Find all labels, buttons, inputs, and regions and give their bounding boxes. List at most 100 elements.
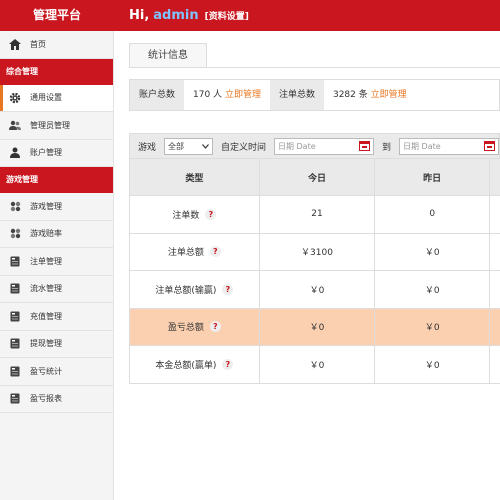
manage-orders-link[interactable]: 立即管理 (371, 90, 407, 100)
row-extra (490, 271, 500, 308)
help-icon[interactable]: ? (209, 246, 221, 258)
sidebar-item-game-4[interactable]: 充值管理 (0, 303, 113, 331)
row-yesterday: ￥0 (375, 271, 491, 308)
accounts-total-label: 账户总数 (139, 90, 176, 100)
help-icon[interactable]: ? (209, 321, 221, 333)
orders-total-label: 注单总数 (278, 90, 315, 100)
home-icon (0, 38, 30, 50)
row-yesterday: ￥0 (375, 233, 491, 270)
table-row: 盈亏总额? ￥0 ￥0 (130, 308, 500, 346)
sidebar-item-game-2[interactable]: 注单管理 (0, 248, 113, 276)
tab-divider (129, 67, 500, 68)
sidebar-item-game-6[interactable]: 盈亏统计 (0, 358, 113, 386)
greeting: Hi, admin [资料设置] (129, 0, 249, 31)
sidebar-item-label: 提现管理 (30, 339, 62, 349)
accounts-total-value-cell: 170 人 立即管理 (184, 80, 270, 110)
profile-settings-link[interactable]: [资料设置] (205, 12, 249, 22)
sidebar-item-game-3[interactable]: 流水管理 (0, 275, 113, 303)
date-range-to-label: 到 (381, 142, 391, 153)
main-content: 统计信息 账户总数 170 人 立即管理 注单总数 3282 条 立即管理 游戏… (114, 31, 500, 500)
sidebar-item-label: 游戏管理 (30, 201, 62, 211)
orders-total-value-cell: 3282 条 立即管理 (323, 80, 499, 110)
stats-summary: 账户总数 170 人 立即管理 注单总数 3282 条 立即管理 (129, 79, 500, 111)
row-type-cell: 本金总额(赢单)? (130, 346, 260, 383)
filter-bar: 游戏 全部 自定义时间 日期 Date 到 日期 Date (129, 133, 500, 159)
end-date-input[interactable]: 日期 Date (399, 137, 499, 155)
custom-time-label: 自定义时间 (220, 142, 266, 153)
sidebar-item-label: 盈亏统计 (30, 366, 62, 376)
calendar-icon[interactable] (484, 141, 495, 151)
start-date-placeholder: 日期 Date (277, 141, 316, 151)
sidebar-item-admin-management[interactable]: 管理员管理 (0, 112, 113, 140)
sidebar-group-game[interactable]: 游戏管理 (0, 167, 113, 193)
grid-icon (0, 201, 30, 212)
row-type-cell: 注单总额(输赢)? (130, 271, 260, 308)
row-extra (490, 346, 500, 383)
doc-icon (0, 338, 30, 349)
help-icon[interactable]: ? (205, 208, 217, 220)
row-today: ￥0 (260, 308, 376, 345)
calendar-icon[interactable] (358, 141, 370, 151)
row-type: 注单数 (172, 210, 200, 221)
row-type-cell: 注单总额? (130, 233, 260, 270)
sidebar-item-label: 流水管理 (30, 284, 62, 294)
game-select-value: 全部 (168, 141, 185, 151)
row-today: ￥0 (260, 346, 376, 383)
column-header-type: 类型 (130, 159, 260, 195)
row-type: 注单总额(输赢) (155, 285, 217, 296)
row-yesterday: 0 (375, 196, 491, 233)
sidebar-item-label: 充值管理 (30, 311, 62, 321)
game-select[interactable]: 全部 (164, 137, 213, 155)
sidebar-item-label: 管理员管理 (30, 120, 70, 130)
sidebar-item-account-management[interactable]: 账户管理 (0, 139, 113, 167)
end-date-placeholder: 日期 Date (403, 141, 441, 151)
sidebar-item-game-1[interactable]: 游戏赔率 (0, 220, 113, 248)
sidebar-item-label: 首页 (30, 39, 46, 49)
row-type-cell: 注单数? (130, 196, 260, 233)
column-header-yesterday: 昨日 (375, 159, 491, 195)
sidebar-item-general-settings[interactable]: 通用设置 (0, 84, 113, 112)
user-icon (0, 147, 30, 159)
row-type-cell: 盈亏总额? (130, 308, 260, 345)
sidebar-item-label: 账户管理 (30, 148, 62, 158)
start-date-input[interactable]: 日期 Date (273, 137, 374, 155)
orders-total-value: 3282 条 (332, 90, 368, 100)
manage-accounts-link[interactable]: 立即管理 (225, 90, 261, 100)
help-icon[interactable]: ? (222, 283, 234, 295)
help-icon[interactable]: ? (222, 358, 234, 370)
row-extra (490, 234, 500, 271)
row-type: 盈亏总额 (167, 323, 204, 334)
doc-icon (0, 256, 30, 267)
table-row: 注单总额(输赢)? ￥0 ￥0 (130, 271, 500, 309)
row-extra (490, 309, 500, 346)
chevron-down-icon (202, 142, 209, 151)
top-bar: 管理平台 Hi, admin [资料设置] (0, 0, 500, 31)
sidebar-group-general[interactable]: 综合管理 (0, 58, 113, 85)
tab-statistics[interactable]: 统计信息 (129, 43, 207, 68)
sidebar-item-game-0[interactable]: 游戏管理 (0, 193, 113, 221)
table-row: 注单总额? ￥3100 ￥0 (130, 233, 500, 271)
brand-title: 管理平台 (32, 8, 81, 22)
game-filter-label: 游戏 (138, 142, 157, 153)
sidebar-item-home[interactable]: 首页 (0, 31, 113, 59)
sidebar: 首页 综合管理 通用设置 管理员管理 账户管理 游戏管理 游戏管理游戏赔率 注单管… (0, 31, 114, 500)
sidebar-item-label: 盈亏报表 (30, 394, 62, 404)
table-row: 本金总额(赢单)? ￥0 ￥0 (130, 346, 500, 384)
grid-icon (0, 228, 30, 239)
row-yesterday: ￥0 (375, 308, 491, 345)
row-yesterday: ￥0 (375, 346, 491, 383)
sidebar-item-game-7[interactable]: 盈亏报表 (0, 385, 113, 413)
accounts-total-value: 170 人 (193, 90, 223, 100)
doc-icon (0, 311, 30, 322)
doc-icon (0, 366, 30, 377)
row-today: ￥0 (260, 271, 376, 308)
table-row: 注单数? 21 0 (130, 196, 500, 234)
column-header-extra (490, 159, 500, 195)
doc-icon (0, 393, 30, 404)
users-icon (0, 120, 30, 131)
sidebar-item-game-5[interactable]: 提现管理 (0, 330, 113, 358)
gear-icon (0, 92, 30, 104)
username: admin (153, 8, 199, 23)
row-type: 注单总额 (167, 248, 204, 259)
row-today: ￥3100 (260, 233, 376, 270)
